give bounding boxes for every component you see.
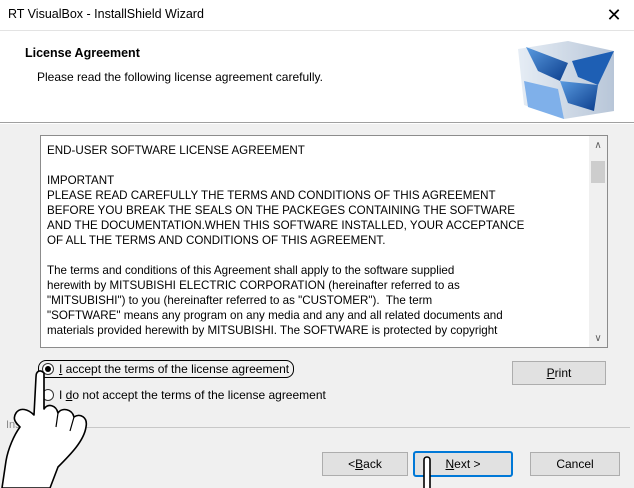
license-scrollbar[interactable]: ∧ ∨: [589, 136, 607, 347]
decline-label-prefix: I: [59, 388, 66, 402]
decline-option[interactable]: I do not accept the terms of the license…: [42, 388, 326, 402]
back-button[interactable]: < Back: [322, 452, 408, 476]
brand-divider: [6, 427, 630, 428]
cancel-button[interactable]: Cancel: [530, 452, 620, 476]
scroll-down-icon[interactable]: ∨: [589, 329, 607, 347]
next-label-rest: ext >: [454, 457, 481, 471]
license-text-box[interactable]: END-USER SOFTWARE LICENSE AGREEMENT IMPO…: [40, 135, 608, 348]
scroll-up-icon[interactable]: ∧: [589, 136, 607, 154]
back-label-rest: ack: [363, 457, 382, 471]
next-button[interactable]: Next >: [413, 451, 513, 477]
close-icon: ✕: [606, 4, 622, 26]
page-subtitle: Please read the following license agreem…: [37, 70, 323, 84]
installshield-logo-icon: [518, 41, 614, 119]
back-mnemonic: B: [355, 457, 364, 471]
next-mnemonic: N: [445, 457, 455, 471]
title-bar: RT VisualBox - InstallShield Wizard ✕: [0, 0, 634, 31]
window-title: RT VisualBox - InstallShield Wizard: [8, 7, 204, 21]
accept-label-rest: accept the terms of the license agreemen…: [62, 362, 290, 376]
decline-label: I do not accept the terms of the license…: [59, 388, 326, 402]
print-mnemonic: P: [546, 366, 555, 380]
accept-focus-ring: I accept the terms of the license agreem…: [38, 360, 295, 378]
accept-option[interactable]: I accept the terms of the license agreem…: [38, 360, 295, 378]
back-label-prefix: <: [348, 457, 356, 471]
scroll-thumb[interactable]: [591, 161, 605, 183]
page-title: License Agreement: [25, 46, 140, 60]
brand-label: InstallShield: [6, 419, 70, 431]
decline-label-rest: o not accept the terms of the license ag…: [72, 388, 326, 402]
license-text: END-USER SOFTWARE LICENSE AGREEMENT IMPO…: [47, 144, 525, 337]
header-divider: [0, 123, 634, 124]
accept-label: I accept the terms of the license agreem…: [59, 362, 289, 376]
decline-radio[interactable]: [42, 389, 54, 401]
accept-radio[interactable]: [42, 363, 54, 375]
wizard-header: License Agreement Please read the follow…: [0, 31, 634, 123]
print-button[interactable]: Print: [512, 361, 606, 385]
print-label-rest: rint: [554, 366, 572, 380]
close-button[interactable]: ✕: [594, 0, 634, 30]
